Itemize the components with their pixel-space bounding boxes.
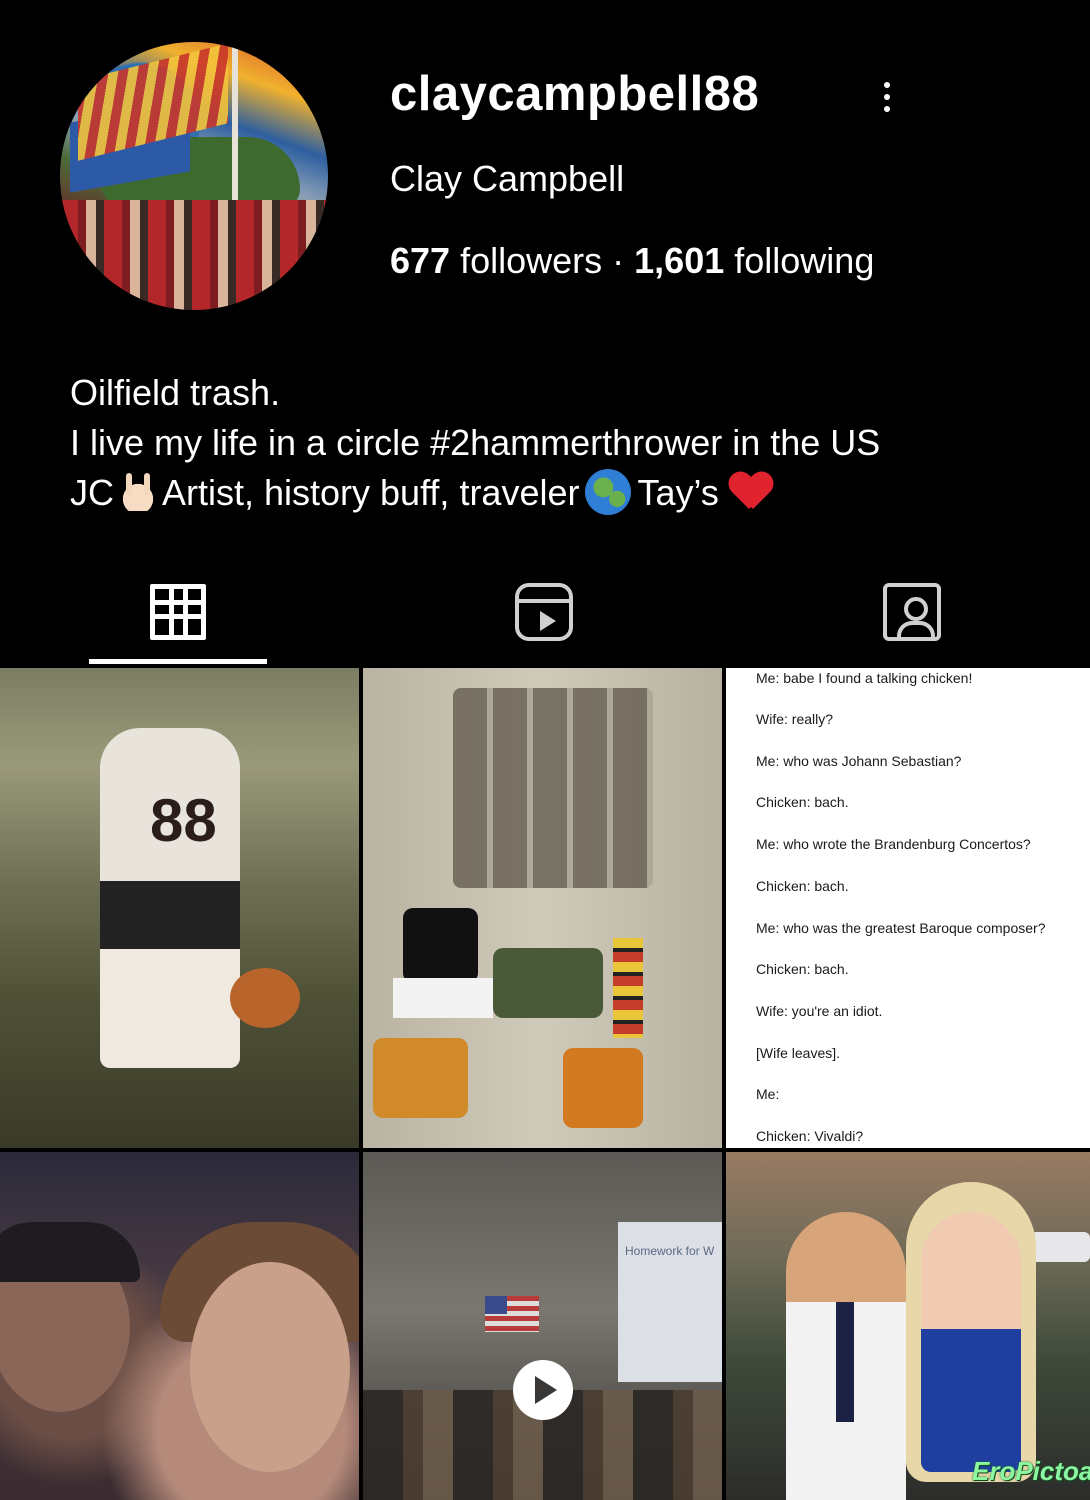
reels-icon bbox=[515, 583, 573, 641]
avatar-crowd bbox=[60, 200, 328, 310]
tab-posts-grid[interactable] bbox=[89, 560, 267, 664]
post-couple-formal[interactable] bbox=[726, 1152, 1090, 1500]
text-post-line: Me: who was the greatest Baroque compose… bbox=[756, 920, 1046, 936]
following-label: following bbox=[734, 240, 875, 281]
bio-line-1: Oilfield trash. bbox=[70, 372, 281, 413]
post-helmet bbox=[230, 968, 300, 1028]
profile-full-name: Clay Campbell bbox=[390, 158, 625, 199]
bio-line-3-mid: Artist, history buff, traveler bbox=[162, 472, 580, 513]
post-jersey-number: 88 bbox=[150, 787, 217, 854]
followers-label: followers bbox=[460, 240, 603, 281]
grid-icon bbox=[150, 584, 206, 640]
post-woman bbox=[921, 1212, 1021, 1472]
text-post-line: Me: bbox=[756, 1086, 780, 1102]
post-box bbox=[393, 978, 493, 1018]
following-link[interactable]: 1,601 following bbox=[634, 240, 874, 281]
post-text-joke[interactable]: Me: babe I found a talking chicken! Wife… bbox=[726, 668, 1090, 1148]
tagged-icon bbox=[883, 583, 941, 641]
bio-line-3: JC Artist, history buff, traveler Tay’s bbox=[70, 468, 880, 518]
post-screen-title: Homework for W bbox=[625, 1244, 715, 1258]
post-classroom-video[interactable]: Homework for W bbox=[363, 1152, 722, 1500]
post-bags bbox=[453, 688, 653, 888]
text-post-line: Wife: you're an idiot. bbox=[756, 1003, 883, 1019]
post-bag-green bbox=[493, 948, 603, 1018]
tab-reels[interactable] bbox=[455, 560, 633, 664]
following-count: 1,601 bbox=[634, 240, 725, 281]
post-player-figure bbox=[100, 728, 240, 1068]
text-post-line: Me: babe I found a talking chicken! bbox=[756, 670, 973, 686]
posts-grid: 88 Me: babe I found a talking chicken! W… bbox=[0, 668, 1090, 1500]
text-post-line: Chicken: bach. bbox=[756, 878, 849, 894]
text-post-line: Me: who wrote the Brandenburg Concertos? bbox=[756, 836, 1031, 852]
text-post-line: Me: who was Johann Sebastian? bbox=[756, 753, 962, 769]
profile-tabs bbox=[0, 560, 1090, 664]
post-selfie[interactable] bbox=[0, 1152, 359, 1500]
post-food-right bbox=[563, 1048, 643, 1128]
text-post-line: Chicken: bach. bbox=[756, 961, 849, 977]
stats-separator: · bbox=[612, 240, 625, 281]
more-vertical-icon[interactable] bbox=[880, 82, 894, 114]
bio-line-2: I live my life in a circle #2hammerthrow… bbox=[70, 422, 881, 463]
post-shoes bbox=[403, 908, 478, 983]
bio-line-3-prefix: JC bbox=[70, 472, 114, 513]
post-football-player[interactable]: 88 bbox=[0, 668, 359, 1148]
profile-avatar[interactable] bbox=[60, 42, 328, 310]
bio-line-3-suffix: Tay’s bbox=[637, 472, 719, 513]
profile-stats: 677 followers · 1,601 following bbox=[390, 240, 874, 282]
post-lighters bbox=[613, 938, 643, 1038]
post-tie bbox=[836, 1302, 854, 1422]
play-icon[interactable] bbox=[513, 1360, 573, 1420]
text-post-line: Chicken: bach. bbox=[756, 794, 849, 810]
text-post-line: Wife: really? bbox=[756, 711, 834, 727]
text-post-line: Chicken: Vivaldi? bbox=[756, 1128, 864, 1144]
post-us-flag bbox=[485, 1296, 539, 1332]
post-car bbox=[1030, 1232, 1090, 1262]
text-post-line: [Wife leaves]. bbox=[756, 1045, 841, 1061]
post-cap bbox=[0, 1222, 140, 1282]
profile-bio: Oilfield trash. I live my life in a circ… bbox=[70, 368, 880, 518]
red-heart-emoji-icon bbox=[729, 473, 773, 513]
followers-link[interactable]: 677 followers bbox=[390, 240, 602, 281]
post-food-left bbox=[373, 1038, 468, 1118]
globe-emoji-icon bbox=[585, 469, 632, 515]
rock-hand-emoji-icon bbox=[120, 471, 156, 511]
followers-count: 677 bbox=[390, 240, 451, 281]
watermark-text: EroPictoa bbox=[972, 1456, 1090, 1486]
post-face-right bbox=[190, 1262, 350, 1472]
tab-tagged[interactable] bbox=[823, 560, 1001, 664]
post-items-on-floor[interactable] bbox=[363, 668, 722, 1148]
profile-username: claycampbell88 bbox=[390, 67, 760, 121]
